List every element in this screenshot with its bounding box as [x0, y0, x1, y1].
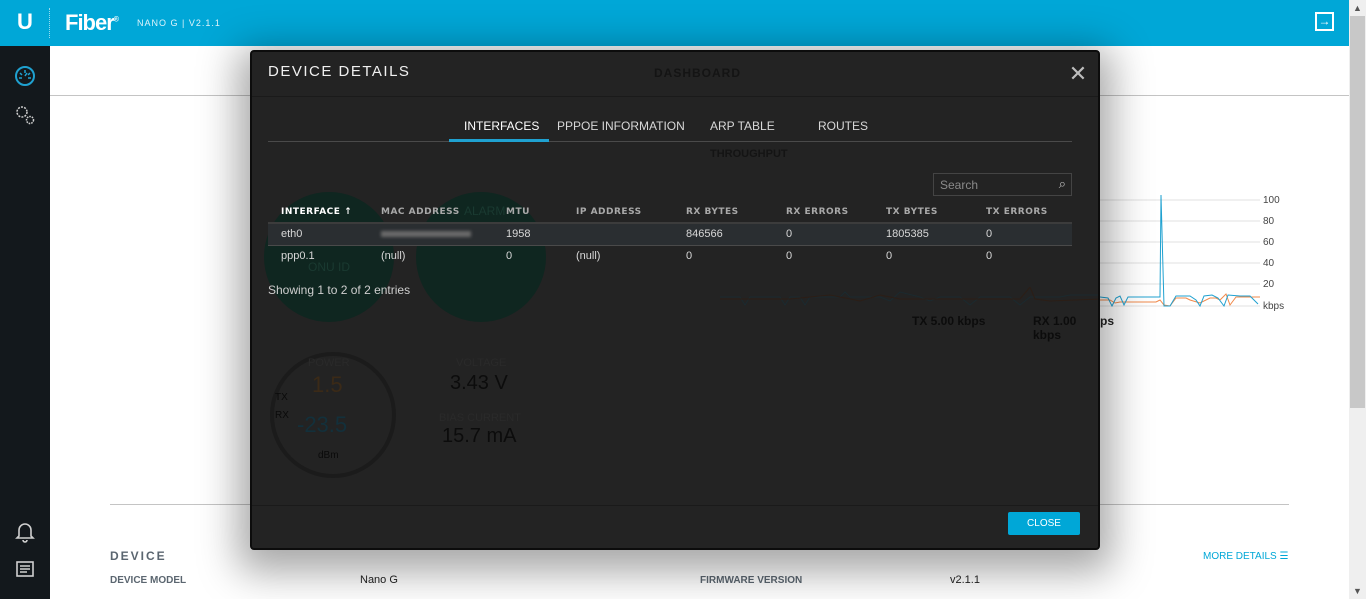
- modal-footer-divider: [252, 505, 1098, 506]
- tab-interfaces[interactable]: INTERFACES: [464, 119, 539, 133]
- logout-icon[interactable]: →: [1315, 12, 1334, 31]
- ghost-dbm-unit: dBm: [318, 450, 339, 461]
- ghost-voltage-label: VOLTAGE: [456, 357, 507, 369]
- y-tick-label: kbps: [1263, 301, 1285, 312]
- sidebar: [0, 46, 50, 599]
- ghost-throughput-line: [720, 287, 1098, 306]
- table-header-row: INTERFACE ↑ MAC ADDRESS MTU IP ADDRESS R…: [268, 202, 1072, 224]
- tab-routes[interactable]: ROUTES: [818, 119, 868, 133]
- modal-title: DEVICE DETAILS: [268, 63, 411, 80]
- ghost-bias-label: BIAS CURRENT: [439, 412, 521, 424]
- page-scrollbar[interactable]: ▲ ▼: [1349, 0, 1366, 599]
- device-model-label: DEVICE MODEL: [110, 575, 187, 586]
- bell-icon: [15, 523, 35, 543]
- log-icon: [16, 561, 34, 577]
- y-tick-label: 100: [1263, 195, 1280, 206]
- cell-rx-errors: 0: [786, 250, 793, 263]
- sidebar-item-alerts[interactable]: [13, 521, 37, 545]
- cell-tx-bytes: 1805385: [873, 223, 973, 246]
- cell-rx-bytes: 0: [686, 250, 693, 263]
- cell-tx-bytes: 0: [886, 250, 893, 263]
- column-header-interface[interactable]: INTERFACE ↑: [268, 202, 368, 224]
- column-header-rx-errors[interactable]: RX ERRORS: [773, 202, 873, 224]
- cell-ip-address: (null): [576, 250, 601, 263]
- column-header-mtu[interactable]: MTU: [493, 202, 563, 224]
- cell-tx-errors: 0: [973, 223, 1072, 246]
- top-bar: U Fiber® NANO G | V2.1.1 →: [0, 0, 1349, 46]
- tab-pppoe-information[interactable]: PPPOE INFORMATION: [557, 119, 685, 133]
- sidebar-item-dashboard[interactable]: [13, 65, 37, 89]
- sidebar-item-logs[interactable]: [13, 560, 37, 584]
- ghost-power-label: POWER: [308, 357, 350, 369]
- cell-mac-address: (null): [381, 250, 406, 263]
- cell-tx-errors: 0: [986, 250, 993, 263]
- ghost-throughput-title: THROUGHPUT: [710, 148, 788, 160]
- device-details-modal: DASHBOARD THROUGHPUT CONNECTED ONU ID AL…: [250, 50, 1100, 550]
- cell-mtu: 1958: [493, 223, 563, 246]
- ghost-dashboard-title: DASHBOARD: [654, 66, 741, 80]
- column-header-tx-errors[interactable]: TX ERRORS: [973, 202, 1072, 224]
- device-model-value: Nano G: [360, 574, 398, 586]
- active-tab-indicator: [449, 139, 549, 142]
- gridlines: [1100, 199, 1260, 307]
- firmware-version-value: v2.1.1: [950, 574, 980, 586]
- logo-divider: [49, 8, 50, 38]
- column-header-tx-bytes[interactable]: TX BYTES: [873, 202, 973, 224]
- close-icon[interactable]: ✕: [1068, 63, 1088, 85]
- speedometer-icon: [15, 66, 35, 86]
- ghost-bias-value: 15.7 mA: [442, 425, 517, 447]
- ghost-voltage-value: 3.43 V: [450, 372, 508, 394]
- scroll-thumb[interactable]: [1350, 16, 1365, 408]
- cell-rx-errors: 0: [773, 223, 873, 246]
- brand-name: Fiber®: [65, 10, 119, 35]
- more-details-link[interactable]: MORE DETAILS ☰: [1203, 551, 1288, 562]
- cell-interface: eth0: [268, 223, 368, 246]
- cell-interface: ppp0.1: [281, 250, 315, 263]
- scroll-down-arrow-icon[interactable]: ▼: [1349, 583, 1366, 599]
- ubiquiti-logo-icon[interactable]: U: [14, 10, 36, 34]
- ghost-rx-legend: RX 1.00 kbps: [1033, 314, 1077, 342]
- rx-series-line: [1099, 194, 1259, 308]
- interfaces-table: INTERFACE ↑ MAC ADDRESS MTU IP ADDRESS R…: [268, 202, 1072, 267]
- ghost-rx-label: RX: [275, 410, 289, 421]
- ghost-tx-power: 1.5: [312, 372, 343, 397]
- search-icon[interactable]: ⌕: [1059, 176, 1066, 192]
- modal-tabs: INTERFACES PPPOE INFORMATION ARP TABLE R…: [268, 112, 1072, 142]
- sidebar-item-settings[interactable]: [13, 104, 37, 128]
- cell-mtu: 0: [506, 250, 513, 263]
- table-entries-info: Showing 1 to 2 of 2 entries: [268, 283, 411, 297]
- column-header-rx-bytes[interactable]: RX BYTES: [673, 202, 773, 224]
- tab-arp-table[interactable]: ARP TABLE: [710, 119, 775, 133]
- search-placeholder: Search: [940, 178, 979, 192]
- redacted-mac-address: [381, 231, 471, 238]
- close-button[interactable]: CLOSE: [1008, 512, 1080, 535]
- column-header-ip-address[interactable]: IP ADDRESS: [563, 202, 673, 224]
- cell-rx-bytes: 846566: [673, 223, 773, 246]
- scroll-up-arrow-icon[interactable]: ▲: [1349, 0, 1366, 16]
- device-version: NANO G | V2.1.1: [137, 18, 221, 28]
- y-tick-label: 80: [1263, 216, 1275, 227]
- ghost-tx-legend: TX 5.00 kbps: [912, 314, 986, 328]
- throughput-chart: 100 80 60 40 20 kbps: [1099, 190, 1300, 320]
- search-input[interactable]: Search ⌕: [933, 173, 1072, 196]
- table-row[interactable]: eth0 1958 846566 0 1805385 0: [268, 223, 1072, 246]
- y-tick-label: 40: [1263, 258, 1275, 269]
- column-header-mac-address[interactable]: MAC ADDRESS: [368, 202, 493, 224]
- ghost-rx-power: -23.5: [297, 412, 348, 437]
- rx-legend-tail: ps: [1100, 314, 1115, 328]
- device-section-heading: DEVICE: [110, 549, 167, 563]
- brand-text: Fiber: [65, 10, 115, 35]
- cell-ip-address: [563, 223, 673, 246]
- table-row[interactable]: ppp0.1 (null) 0 (null) 0 0 0 0: [268, 245, 1072, 267]
- y-tick-label: 60: [1263, 237, 1275, 248]
- firmware-version-label: FIRMWARE VERSION: [700, 575, 803, 586]
- modal-header-divider: [252, 96, 1098, 97]
- cell-mac-address: [368, 223, 493, 246]
- y-tick-label: 20: [1263, 279, 1275, 290]
- ghost-tx-label: TX: [275, 392, 288, 403]
- gears-icon: [16, 106, 35, 125]
